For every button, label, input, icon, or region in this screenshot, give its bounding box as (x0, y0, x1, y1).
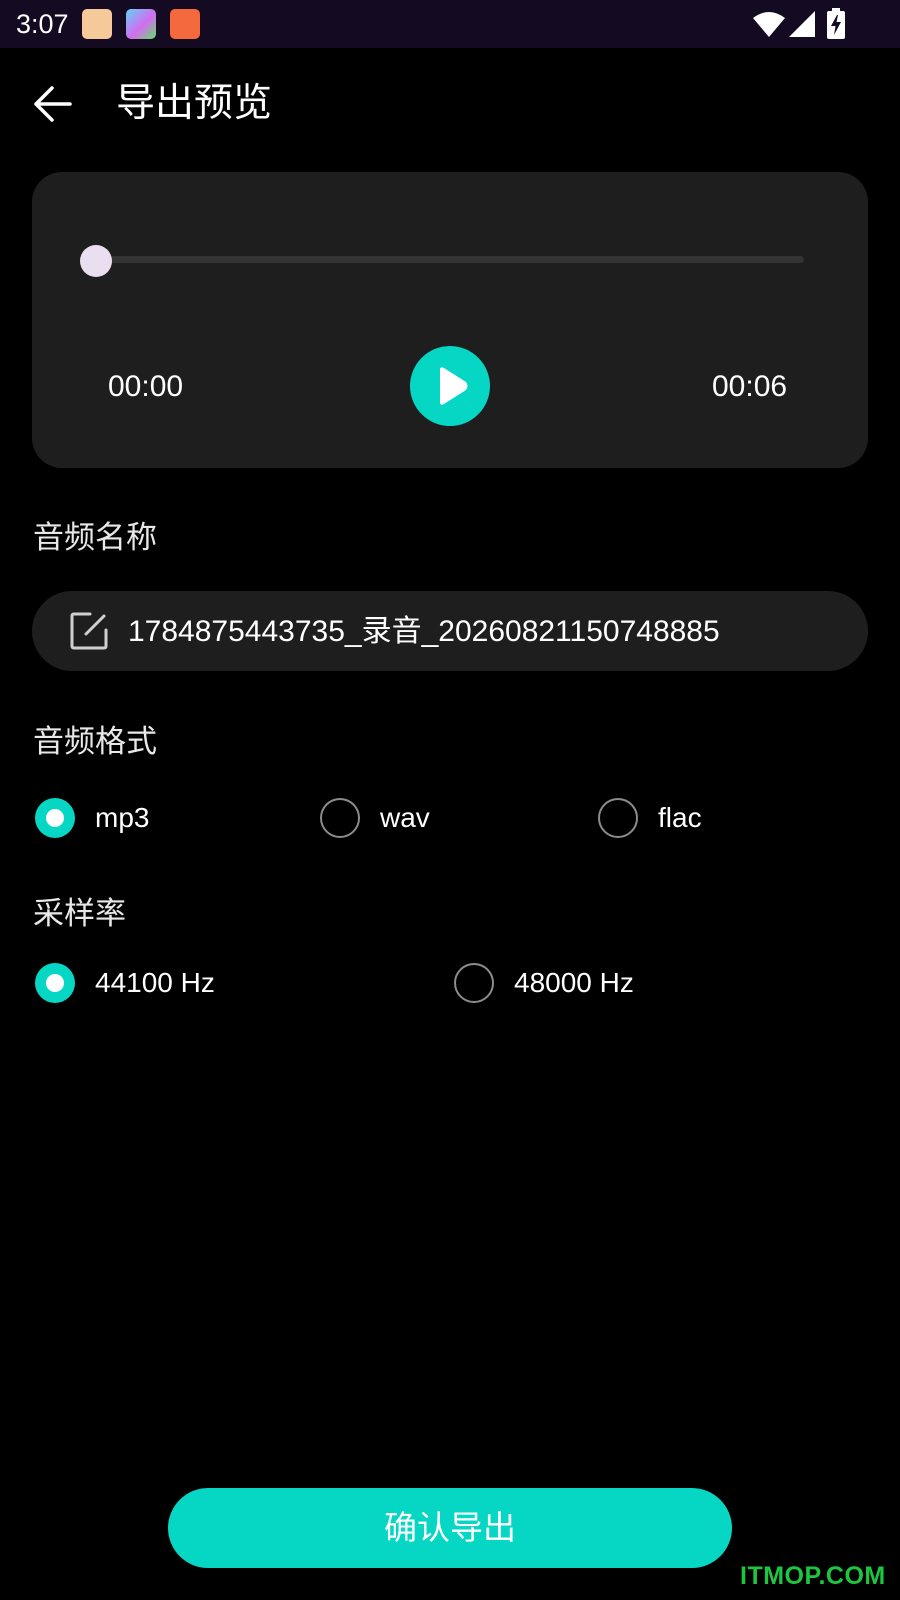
confirm-export-button[interactable]: 确认导出 (168, 1488, 732, 1568)
seek-bar-track[interactable] (96, 256, 804, 263)
status-bar: 3:07 (0, 0, 900, 48)
current-time: 00:00 (108, 370, 184, 403)
radio-unchecked-icon (454, 963, 494, 1003)
cat-app-icon (82, 9, 112, 39)
battery-charging-icon (827, 8, 845, 39)
confirm-export-label: 确认导出 (384, 1508, 516, 1547)
radio-checked-icon (35, 963, 75, 1003)
radio-checked-icon (35, 798, 75, 838)
sample-rate-label: 采样率 (33, 896, 126, 932)
audio-name-label: 音频名称 (33, 520, 157, 556)
book-app-icon (170, 9, 200, 39)
wifi-icon (753, 12, 785, 37)
watermark: ITMOP.COM (740, 1562, 886, 1590)
cellular-signal-icon (789, 11, 815, 37)
audio-format-label: 音频格式 (33, 724, 157, 760)
format-option-label: wav (380, 802, 430, 833)
sample-rate-option-label: 44100 Hz (95, 967, 215, 998)
sample-rate-option-label: 48000 Hz (514, 967, 634, 998)
play-icon (440, 367, 468, 405)
rainbow-app-icon (126, 9, 156, 39)
format-option-label: mp3 (95, 802, 150, 833)
seek-bar-thumb[interactable] (80, 245, 112, 277)
radio-unchecked-icon (320, 798, 360, 838)
format-option-label: flac (658, 802, 702, 833)
audio-name-value: 1784875443735_录音_20260821150748885 (128, 615, 720, 648)
radio-unchecked-icon (598, 798, 638, 838)
back-button[interactable] (28, 78, 84, 130)
status-time: 3:07 (16, 9, 69, 39)
total-time: 00:06 (712, 370, 788, 403)
edit-icon (70, 612, 108, 650)
arrow-left-icon (34, 86, 72, 122)
play-button[interactable] (410, 346, 490, 426)
page-title: 导出预览 (116, 81, 273, 126)
